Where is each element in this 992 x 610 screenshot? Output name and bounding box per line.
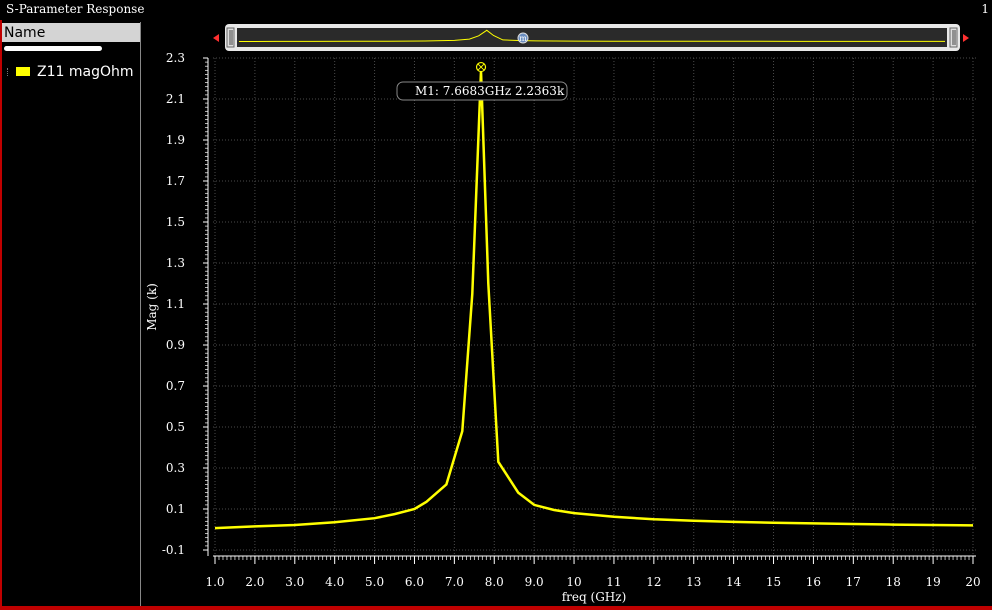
overview-scroll-right-icon[interactable] bbox=[963, 34, 969, 42]
x-tick-label: 12 bbox=[646, 575, 661, 589]
x-tick-label: 3.0 bbox=[285, 575, 304, 589]
y-tick-label: 1.9 bbox=[166, 133, 185, 147]
y-tick-label: 1.5 bbox=[166, 215, 185, 229]
legend-panel: Name Z11 magOhm bbox=[0, 22, 141, 606]
legend-item-label: Z11 magOhm bbox=[37, 64, 134, 80]
chart: m 2.3 2.1 1.9 1.7 1.5 1.3 1.1 0.9 0.7 0.5 0.3 0.1 -0… bbox=[145, 24, 981, 604]
window-title: S-Parameter Response bbox=[6, 2, 145, 16]
y-tick-label: 2.3 bbox=[166, 51, 185, 65]
x-tick-label: 13 bbox=[686, 575, 701, 589]
y-axis-label: Mag (k) bbox=[145, 283, 159, 331]
x-tick-label: 6.0 bbox=[405, 575, 424, 589]
overview-window[interactable] bbox=[237, 28, 947, 47]
y-tick-label: 1.7 bbox=[166, 174, 185, 188]
x-tick-label: 7.0 bbox=[445, 575, 464, 589]
window-index: 1 bbox=[981, 2, 989, 16]
x-tick-label: 14 bbox=[726, 575, 742, 589]
y-tick-label: -0.1 bbox=[162, 543, 185, 557]
overview-slider[interactable]: m bbox=[213, 24, 969, 51]
x-tick-label: 1.0 bbox=[205, 575, 224, 589]
y-tick-label: 2.1 bbox=[166, 92, 185, 106]
x-tick-label: 18 bbox=[886, 575, 901, 589]
x-tick-label: 4.0 bbox=[325, 575, 344, 589]
tree-line-icon bbox=[7, 68, 10, 76]
y-tick-labels: 2.3 2.1 1.9 1.7 1.5 1.3 1.1 0.9 0.7 0.5 0.3 0.1 -0.1 bbox=[162, 51, 185, 557]
x-tick-label: 19 bbox=[925, 575, 940, 589]
legend-column-header[interactable]: Name bbox=[2, 23, 140, 42]
x-tick-label: 5.0 bbox=[365, 575, 384, 589]
y-tick-label: 0.1 bbox=[166, 502, 185, 516]
y-tick-label: 0.5 bbox=[166, 420, 185, 434]
x-tick-label: 17 bbox=[846, 575, 861, 589]
overview-scroll-left-icon[interactable] bbox=[213, 34, 219, 42]
x-tick-labels: 1.0 2.0 3.0 4.0 5.0 6.0 7.0 8.0 9.0 10 11 12 13 14 15 1… bbox=[205, 575, 980, 589]
y-tick-label: 0.3 bbox=[166, 461, 185, 475]
x-tick-label: 8.0 bbox=[485, 575, 504, 589]
y-tick-label: 1.3 bbox=[166, 256, 185, 270]
marker-label: M1: 7.6683GHz 2.2363k bbox=[415, 84, 565, 98]
plot-area[interactable] bbox=[213, 58, 976, 556]
title-bar: S-Parameter Response 1 bbox=[0, 0, 992, 20]
window-border-bottom bbox=[0, 606, 992, 610]
window-border-left bbox=[0, 20, 2, 610]
x-tick-label: 20 bbox=[965, 575, 980, 589]
x-tick-label: 2.0 bbox=[245, 575, 264, 589]
legend-scrollbar[interactable] bbox=[4, 46, 102, 51]
y-tick-label: 0.7 bbox=[166, 379, 185, 393]
x-tick-label: 10 bbox=[566, 575, 581, 589]
x-tick-label: 16 bbox=[806, 575, 821, 589]
y-tick-label: 0.9 bbox=[166, 338, 185, 352]
legend-header-label: Name bbox=[4, 25, 46, 41]
x-tick-label: 11 bbox=[606, 575, 621, 589]
x-tick-label: 15 bbox=[766, 575, 781, 589]
series-color-swatch bbox=[16, 67, 30, 76]
overview-marker-label: m bbox=[519, 34, 527, 43]
x-tick-label: 9.0 bbox=[525, 575, 544, 589]
x-axis-label: freq (GHz) bbox=[562, 590, 627, 604]
y-tick-label: 1.1 bbox=[166, 297, 185, 311]
